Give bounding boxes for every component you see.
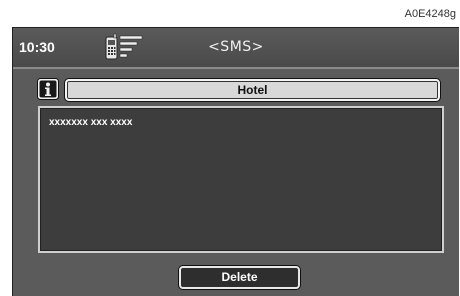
display-screen: 10:30 <SMS> Hotel xxxxxxx xxx xxxx Delet… [12, 27, 459, 296]
screen-title: <SMS> [208, 39, 264, 55]
message-sender-bar: Hotel [65, 79, 440, 101]
delete-button[interactable]: Delete [179, 266, 300, 289]
status-bar: 10:30 <SMS> [13, 28, 459, 69]
message-body-panel: xxxxxxx xxx xxxx [38, 106, 444, 253]
figure-code: A0E4248g [404, 8, 456, 20]
info-icon [37, 78, 59, 100]
message-body-text: xxxxxxx xxx xxxx [49, 117, 133, 128]
